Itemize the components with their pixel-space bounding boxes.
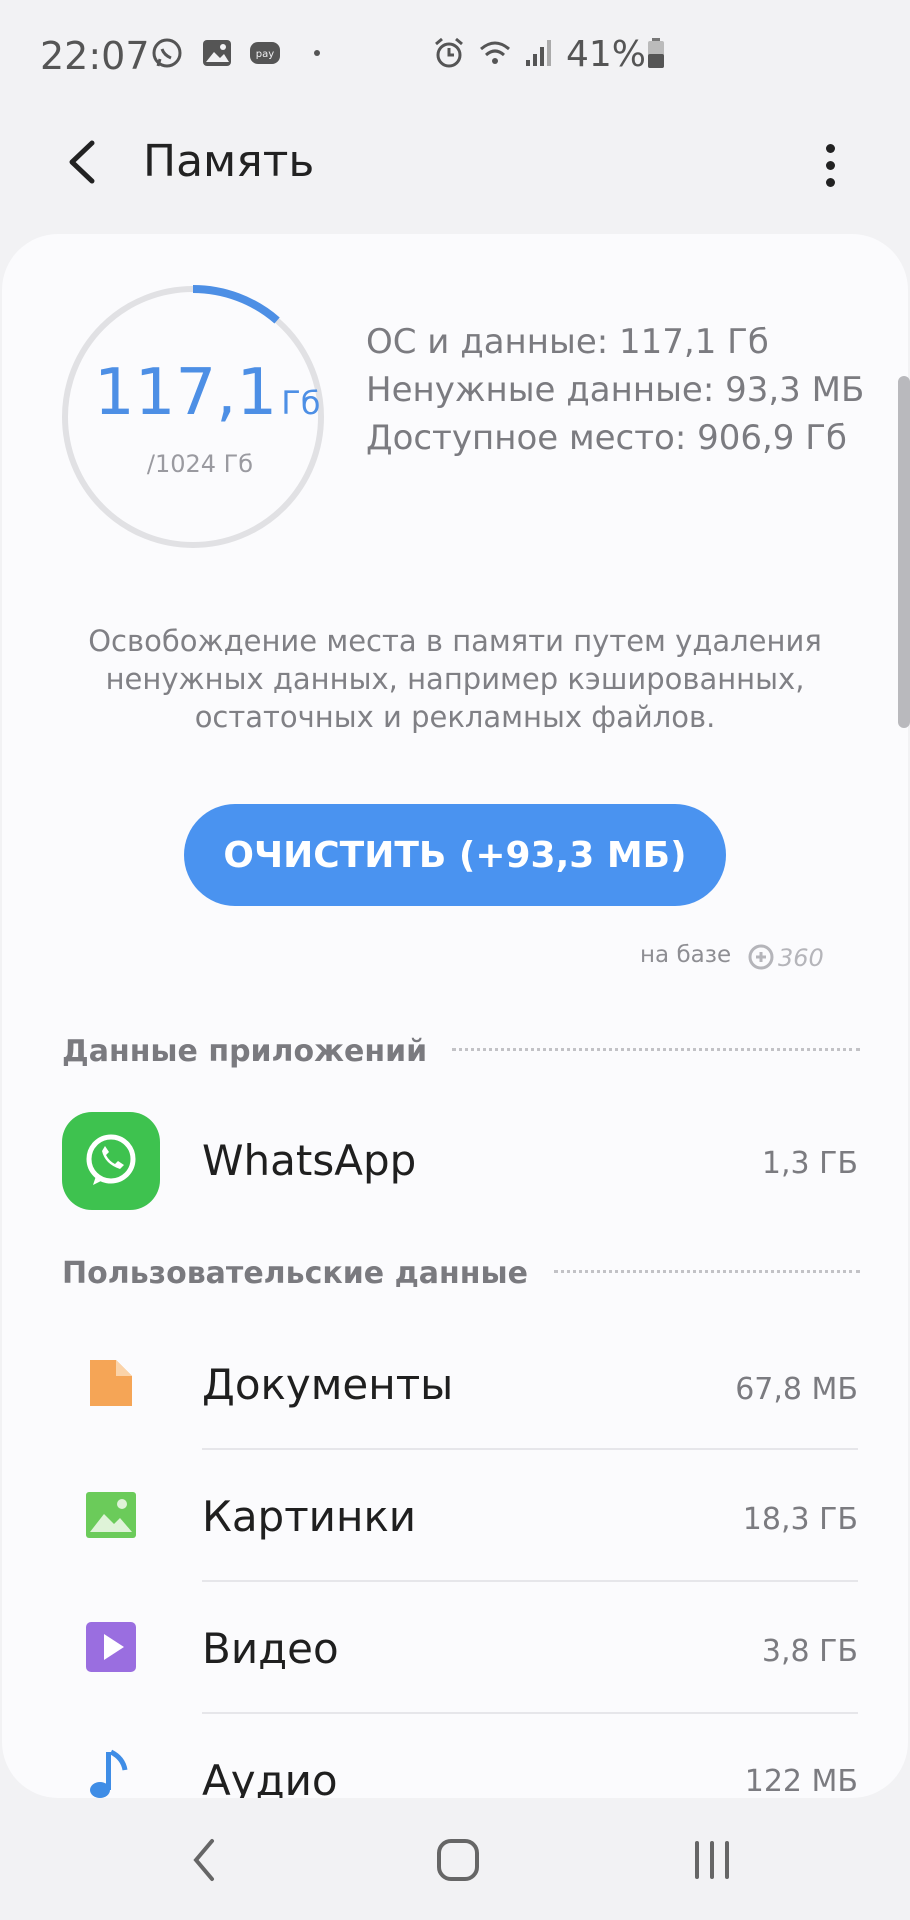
cleanup-description: Освобождение места в памяти путем удален… [88, 624, 822, 734]
video-icon [86, 1622, 136, 1672]
category-audio-size: 122 МБ [744, 1764, 858, 1799]
stat-available: Доступное место: 906,9 Гб [366, 418, 847, 458]
category-video-size: 3,8 ГБ [761, 1634, 858, 1669]
used-number: 117,1 [94, 356, 278, 430]
row-divider [202, 1448, 858, 1450]
page-title: Память [143, 136, 315, 187]
user-data-section-title: Пользовательские данные [62, 1256, 528, 1291]
row-divider [202, 1712, 858, 1714]
nav-home-button[interactable] [418, 1820, 498, 1900]
more-options-button[interactable] [808, 132, 852, 198]
stat-os-data: ОС и данные: 117,1 Гб [366, 322, 769, 362]
navigation-bar [0, 1800, 910, 1920]
back-nav-icon [193, 1839, 214, 1881]
battery-icon [648, 38, 664, 68]
gallery-icon [203, 40, 231, 66]
audio-icon [90, 1749, 128, 1798]
battery-percent: 41% [566, 34, 647, 75]
powered-by-label: на базе [640, 942, 732, 968]
pay-icon: pay [250, 42, 280, 64]
360-logo: 360 [748, 944, 824, 972]
category-video[interactable]: Видео [202, 1624, 339, 1673]
section-divider [554, 1270, 860, 1275]
used-storage-value: 117,1 Гб [94, 356, 320, 430]
status-time: 22:07 [40, 34, 150, 78]
more-dot-icon [825, 160, 835, 170]
document-icon [90, 1360, 132, 1406]
total-storage-value: /1024 Гб [146, 450, 254, 478]
scrollbar[interactable] [898, 376, 910, 728]
image-icon [86, 1492, 136, 1538]
alarm-icon [435, 37, 463, 68]
home-nav-icon [437, 1839, 479, 1881]
row-divider [202, 1580, 858, 1582]
svg-text:pay: pay [256, 49, 274, 60]
signal-icon [526, 40, 551, 66]
svg-text:360: 360 [778, 944, 824, 972]
back-arrow-icon [69, 140, 95, 184]
nav-back-button[interactable] [164, 1820, 244, 1900]
back-button[interactable] [52, 132, 112, 192]
category-images[interactable]: Картинки [202, 1492, 416, 1541]
dot-icon [314, 50, 320, 56]
whatsapp-icon [62, 1112, 160, 1210]
nav-recents-button[interactable] [672, 1820, 752, 1900]
stat-junk-data: Ненужные данные: 93,3 МБ [366, 370, 865, 410]
app-size-whatsapp: 1,3 ГБ [761, 1146, 858, 1181]
wifi-icon [480, 41, 510, 64]
more-dot-icon [825, 177, 835, 187]
whatsapp-icon [152, 38, 182, 68]
category-images-size: 18,3 ГБ [742, 1502, 858, 1537]
app-data-section-title: Данные приложений [62, 1034, 428, 1069]
used-unit: Гб [281, 384, 321, 422]
status-bar: 22:07 pay 41% [0, 0, 910, 110]
storage-stats: ОС и данные: 117,1 Гб Ненужные данные: 9… [366, 320, 866, 464]
more-dot-icon [825, 143, 835, 153]
clean-button[interactable]: ОЧИСТИТЬ (+93,3 МБ) [184, 804, 726, 906]
category-documents[interactable]: Документы [202, 1360, 453, 1409]
section-divider [452, 1048, 860, 1053]
recents-nav-icon [695, 1841, 729, 1879]
category-documents-size: 67,8 МБ [735, 1372, 858, 1407]
app-row-whatsapp[interactable]: WhatsApp [202, 1136, 416, 1185]
